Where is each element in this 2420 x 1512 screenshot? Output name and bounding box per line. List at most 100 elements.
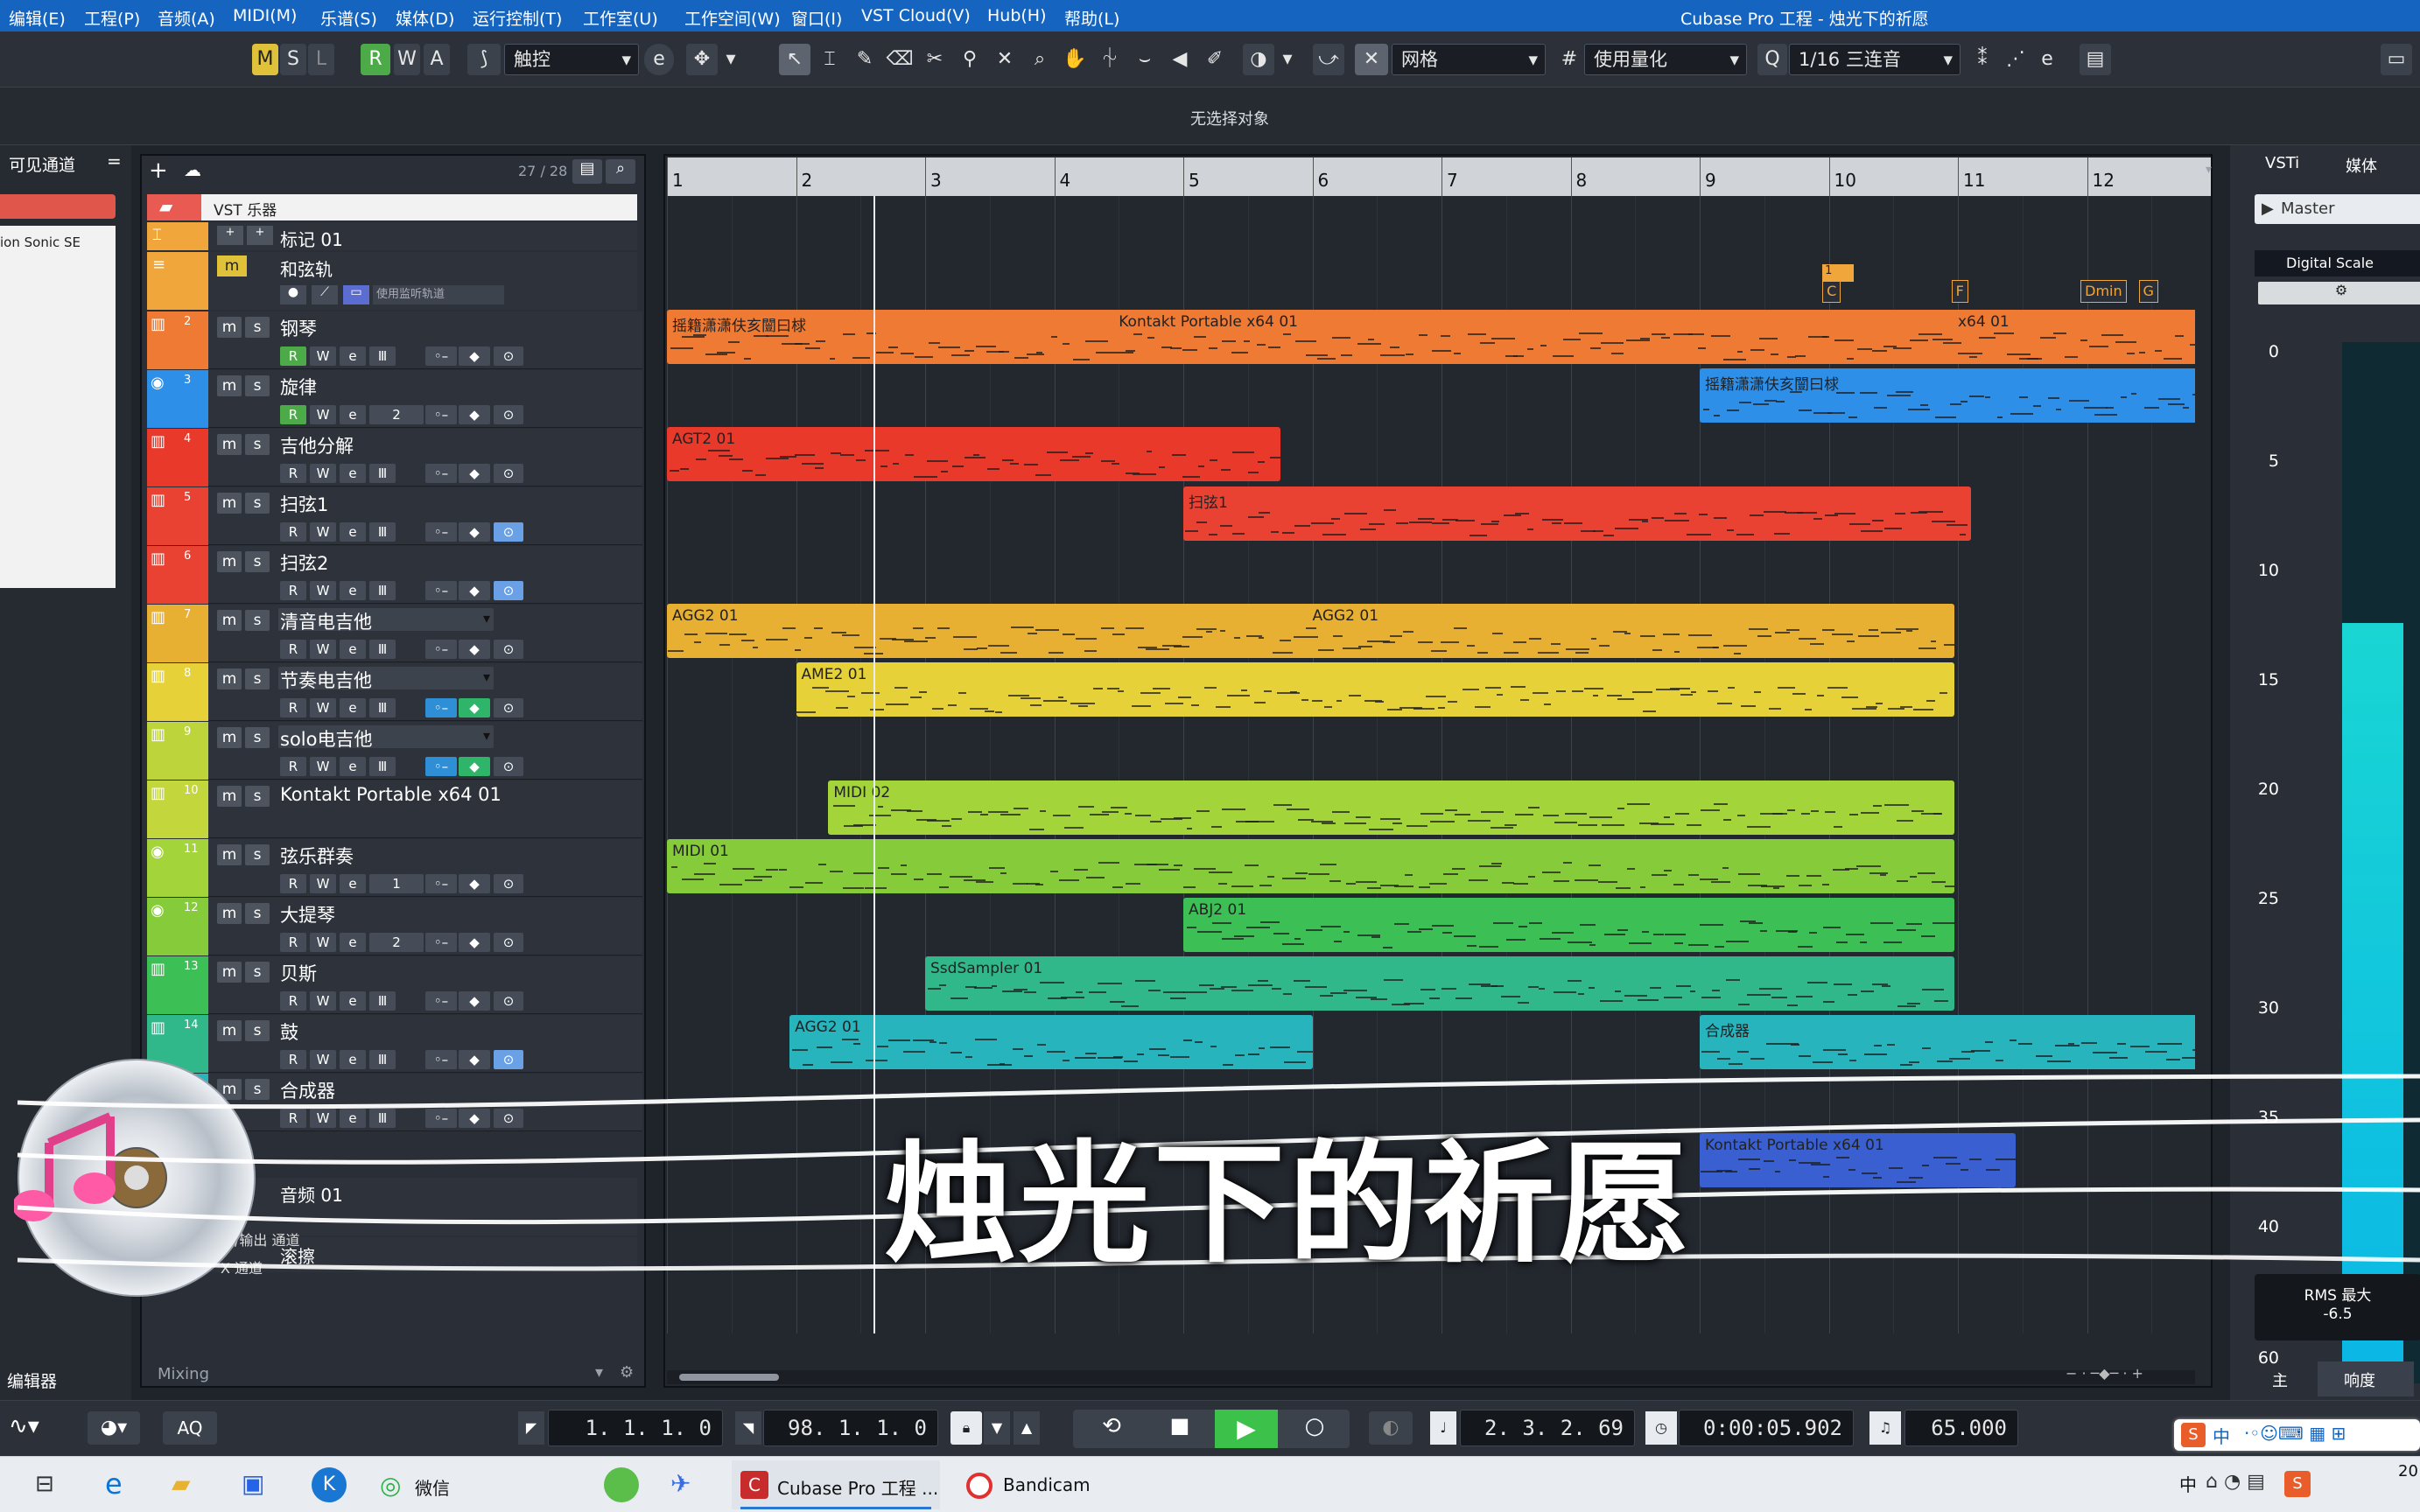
note-icon[interactable]: ♩ [1430,1411,1456,1445]
metronome-icon[interactable]: ◕▾ [88,1411,140,1445]
midi-part[interactable]: MIDI 02 [828,780,1954,835]
search-icon[interactable]: ⌕ [606,159,635,184]
layout-icon[interactable]: ▤ [2080,44,2111,75]
m-button[interactable]: M [252,44,278,75]
track-color[interactable]: ◉ 3 [147,370,208,428]
menu-item[interactable]: 编辑(E) [9,6,66,30]
mute-button[interactable]: m [217,903,242,924]
chord-assist-icon[interactable]: ▭ [343,285,369,304]
position-time-field[interactable]: 0:00:05.902 [1679,1410,1854,1446]
link-button[interactable]: ⊙ [494,405,523,424]
link-button[interactable]: ⊙ [494,346,523,366]
folder-track[interactable]: ▰ VST 乐器 [147,194,637,220]
track-name[interactable]: 旋律 [280,374,317,400]
midi-part[interactable]: AGT2 01 [667,427,1280,482]
menu-item[interactable]: 工程(P) [84,6,140,30]
instrument-edit-button[interactable]: Ⅲ [369,757,396,776]
folder-icon[interactable]: ▰ [172,1469,191,1498]
track-color[interactable]: ◉ 12 [147,898,208,956]
wechat-task[interactable]: ◎ 微信 [375,1462,523,1508]
midi-channel[interactable]: 2 [369,933,424,952]
solo-button[interactable]: s [245,844,270,865]
automation-mode-dropdown[interactable]: 触控 ▾ [504,44,639,75]
mute-button[interactable]: m [217,317,242,338]
mute-button[interactable]: m [217,844,242,865]
eraser-tool-icon[interactable]: ⌫ [884,44,915,75]
edit-button[interactable]: e [340,522,366,542]
iterative-quantize-icon[interactable]: ⋰ [2001,44,2031,75]
timewarp-tool-icon[interactable]: ⌣ [1129,44,1161,75]
midi-part[interactable]: SsdSampler 01 [925,956,1954,1012]
monitor-button[interactable]: ◦– [425,464,457,483]
monitor-button[interactable]: ◦– [425,522,457,542]
bandicam-task[interactable]: Bandicam [959,1460,1134,1509]
edit-button[interactable]: e [340,405,366,424]
waveform-icon[interactable]: ∿▾ [9,1413,39,1439]
quantize-settings-icon[interactable]: ⁑ [1968,44,1997,75]
menu-item[interactable]: Hub(H) [987,6,1047,25]
marker-track[interactable]: ⌶ + + 标记 01 [147,222,637,250]
read-button[interactable]: R [280,405,306,424]
track-color[interactable]: ▥ 13 [147,956,208,1014]
track-row[interactable]: ▥ 9 m s ▾ solo电吉他 R We Ⅲ ◦– ◆ ⊙ [147,722,642,780]
solo-button[interactable]: s [245,610,270,631]
glue-tool-icon[interactable]: ⚲ [954,44,986,75]
chevron-down-icon[interactable]: ▾ [483,727,490,744]
track-row[interactable]: ▥ 6 m s 扫弦2 R We Ⅲ ◦– ◆ ⊙ [147,546,642,604]
edit-button[interactable]: e [340,698,366,718]
feather-icon[interactable]: ✈ [670,1469,691,1498]
link-button[interactable]: ⊙ [494,991,523,1011]
read-button[interactable]: R [280,581,306,600]
monitor-button[interactable]: ◦– [425,640,457,659]
automation-icon[interactable]: ⟆ [467,44,501,75]
voicing-icon[interactable]: ⟋ [312,285,338,304]
chevron-down-icon[interactable]: ▾ [595,1363,603,1382]
link-button[interactable]: ⊙ [494,757,523,776]
solo-button[interactable]: s [245,493,270,514]
instrument-edit-button[interactable]: Ⅲ [369,640,396,659]
chord-event[interactable]: G [2138,280,2158,303]
timebase-button[interactable]: ◆ [459,874,490,893]
menu-item[interactable]: 窗口(I) [791,6,842,30]
menu-item[interactable]: 音频(A) [158,6,215,30]
instrument-edit-button[interactable]: Ⅲ [369,581,396,600]
mute-button[interactable]: m [217,493,242,514]
track-color[interactable]: ▥ 6 [147,546,208,604]
horizontal-scrollbar[interactable] [667,1370,2195,1384]
snap-icon[interactable]: ◑ [1243,44,1274,75]
record-icon[interactable]: ● [280,285,306,304]
link-button[interactable]: ⊙ [494,581,523,600]
track-color[interactable]: ▥ 5 [147,487,208,545]
menu-item[interactable]: 乐谱(S) [320,6,377,30]
edit-button[interactable]: e [340,581,366,600]
track-row[interactable]: ◉3ms旋律RWeⅢ2◦–◆⊙ [147,370,642,428]
track-color[interactable]: ▥ 10 [147,780,208,838]
mute-button[interactable]: m [217,786,242,807]
scale-selector[interactable]: Digital Scale [2255,250,2420,276]
tab-media[interactable]: 媒体 [2346,154,2377,177]
add-marker-button[interactable]: + [217,226,243,245]
link-button[interactable]: ⊙ [494,933,523,952]
track-row[interactable]: ▥ 8 m s ▾ 节奏电吉他 R We Ⅲ ◦– ◆ ⊙ [147,663,642,721]
track-row[interactable]: ▥ 4 m s 吉他分解 R We Ⅲ ◦– ◆ ⊙ [147,429,642,486]
timebase-button[interactable]: ◆ [459,757,490,776]
chevron-down-icon[interactable]: ▾ [2206,163,2220,180]
monitor-icon[interactable]: ◐ [1369,1411,1413,1445]
comp-tool-icon[interactable]: ⏆ [1094,44,1126,75]
instrument-edit-button[interactable]: Ⅲ [369,346,396,366]
solo-button[interactable]: s [245,317,270,338]
timebase-button[interactable]: ◆ [459,405,490,424]
monitor-button[interactable]: ◦– [425,698,457,718]
track-color[interactable]: ▥ 9 [147,722,208,780]
window-layout-icon[interactable]: ▭ [2381,44,2412,75]
mute-button[interactable]: m [217,551,242,572]
tempo-icon[interactable]: ♫ [1869,1411,1901,1445]
edit-button[interactable]: e [340,464,366,483]
cubase-task[interactable]: C Cubase Pro 工程 ... [732,1460,940,1509]
read-button[interactable]: R [280,640,306,659]
gear-icon[interactable]: ⚙ [2258,282,2420,304]
solo-button[interactable]: s [245,786,270,807]
mute-button[interactable]: m [217,375,242,396]
write-button[interactable]: W [310,874,336,893]
l-button[interactable]: L [308,44,334,75]
